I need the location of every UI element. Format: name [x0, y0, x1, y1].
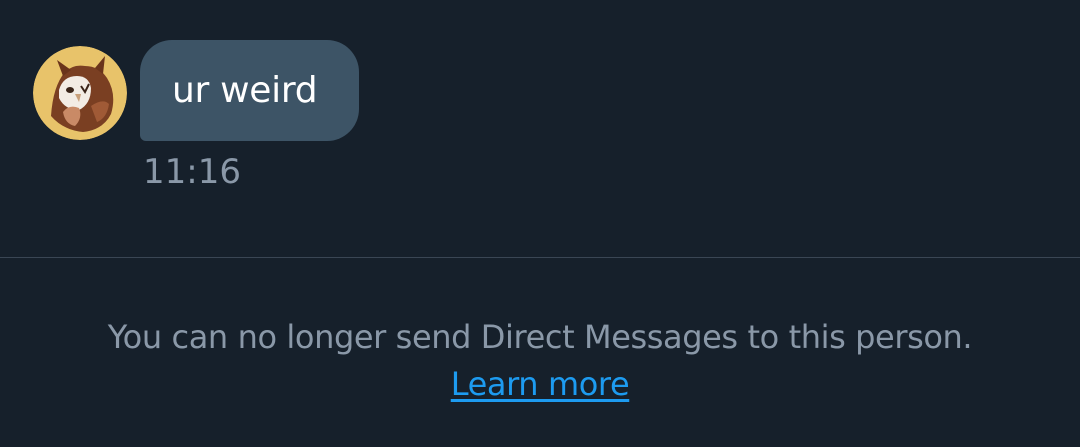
divider: [0, 257, 1080, 258]
owl-avatar-icon[interactable]: [33, 46, 127, 140]
learn-more-link[interactable]: Learn more: [451, 365, 630, 403]
dm-restricted-notice: You can no longer send Direct Messages t…: [0, 314, 1080, 408]
notice-text: You can no longer send Direct Messages t…: [107, 318, 973, 356]
dm-conversation-screen: ur weird 11:16 You can no longer send Di…: [0, 0, 1080, 447]
message-timestamp: 11:16: [143, 152, 241, 192]
message-bubble[interactable]: ur weird: [140, 40, 359, 141]
message-text: ur weird: [172, 70, 318, 111]
